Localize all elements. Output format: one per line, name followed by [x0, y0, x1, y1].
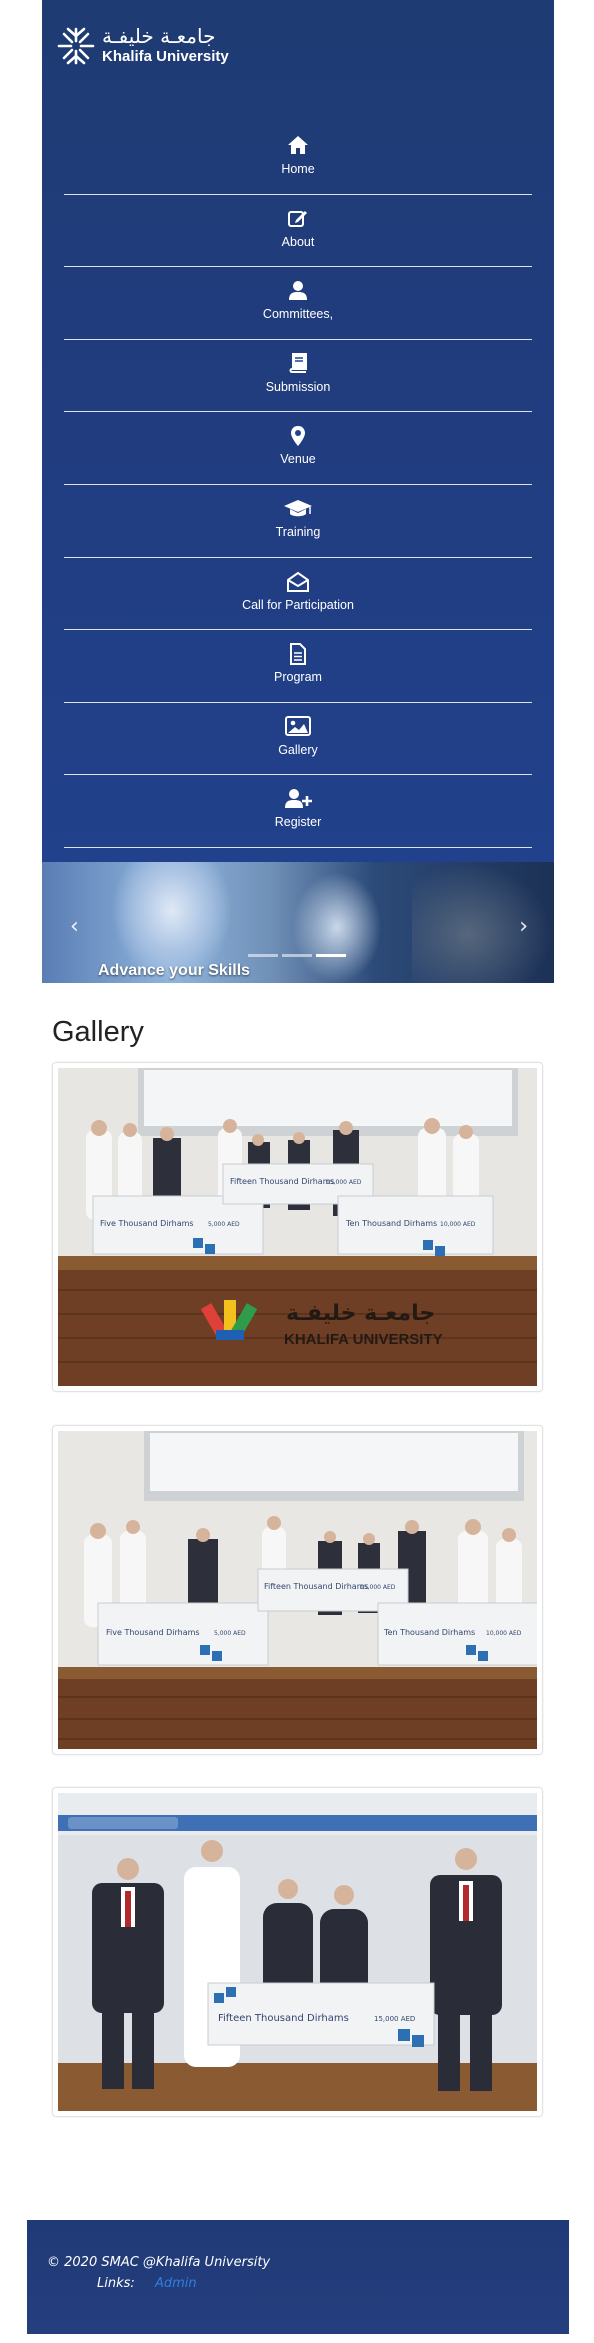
nav-label: Committees, [262, 307, 334, 322]
hero-carousel[interactable]: ‹ › Advance your Skills [42, 862, 554, 983]
nav-item-call-for-participation[interactable]: Call for Participation [64, 558, 532, 631]
carousel-indicator-2[interactable] [282, 954, 312, 957]
gallery-photo: Five Thousand Dirhams Fifteen Thousand D… [58, 1068, 537, 1386]
nav-label: Venue [280, 452, 316, 467]
carousel-prev-icon[interactable]: ‹ [70, 914, 79, 939]
nav-label: Training [275, 524, 321, 539]
nav-label: Call for Participation [242, 597, 354, 612]
check-amount: 15,000 AED [360, 1584, 396, 1591]
footer-admin-link[interactable]: Admin [155, 2276, 197, 2291]
award-ceremony-photo-1: Five Thousand Dirhams Fifteen Thousand D… [58, 1068, 537, 1386]
nav-label: Submission [265, 379, 331, 394]
nav-label: Program [274, 670, 322, 685]
brand[interactable]: جامعـة خليفـة Khalifa University [56, 24, 286, 70]
check-text: Ten Thousand Dirhams [383, 1628, 475, 1637]
home-icon [288, 136, 308, 154]
nav-item-venue[interactable]: Venue [64, 412, 532, 485]
gallery-heading: Gallery [52, 1016, 144, 1048]
ku-sign-text: KHALIFA UNIVERSITY [284, 1331, 443, 1348]
nav-label: Gallery [278, 742, 318, 757]
check-amount: 10,000 AED [440, 1221, 476, 1228]
footer-copyright: © 2020 SMAC @Khalifa University [47, 2255, 271, 2270]
map-marker-icon [291, 426, 305, 447]
gallery-photo: Fifteen Thousand Dirhams 15,000 AED [58, 1793, 537, 2111]
gallery-thumb-3[interactable]: Fifteen Thousand Dirhams 15,000 AED [52, 1787, 543, 2117]
gallery-photo: Five Thousand Dirhams Fifteen Thousand D… [58, 1431, 537, 1749]
check-amount: 5,000 AED [214, 1630, 246, 1637]
brand-english: Khalifa University [102, 48, 229, 65]
nav-label: About [281, 234, 315, 249]
check-text: Fifteen Thousand Dirhams [264, 1582, 369, 1591]
nav-label: Home [281, 162, 315, 176]
nav-item-submission[interactable]: Submission [64, 340, 532, 413]
hero-image-shadow [412, 862, 552, 983]
carousel-indicator-3[interactable] [316, 954, 346, 957]
main-nav: Home About Committees, Submission Venue … [64, 122, 532, 848]
hero-image-detail [292, 872, 382, 983]
award-ceremony-photo-2: Five Thousand Dirhams Fifteen Thousand D… [58, 1431, 537, 1749]
edit-icon [288, 210, 307, 227]
book-icon [289, 352, 307, 373]
check-amount: 15,000 AED [374, 2015, 415, 2023]
nav-item-training[interactable]: Training [64, 485, 532, 558]
envelope-open-icon [287, 571, 309, 592]
nav-item-gallery[interactable]: Gallery [64, 703, 532, 776]
check-amount: 10,000 AED [486, 1630, 522, 1637]
brand-arabic: جامعـة خليفـة [102, 24, 216, 48]
footer-links-label: Links: [97, 2276, 135, 2291]
check-amount: 15,000 AED [326, 1179, 362, 1186]
carousel-next-icon[interactable]: › [519, 914, 528, 939]
check-amount: 5,000 AED [208, 1221, 240, 1228]
nav-item-home[interactable]: Home [64, 122, 532, 195]
user-plus-icon [285, 789, 312, 809]
carousel-indicator-1[interactable] [248, 954, 278, 957]
check-text: Five Thousand Dirhams [100, 1219, 194, 1228]
nav-item-register[interactable]: Register [64, 775, 532, 848]
check-text: Fifteen Thousand Dirhams [218, 2013, 349, 2024]
nav-item-program[interactable]: Program [64, 630, 532, 703]
sidebar: جامعـة خليفـة Khalifa University Home Ab… [42, 0, 554, 983]
khalifa-logo-icon [57, 27, 95, 65]
check-text: Ten Thousand Dirhams [345, 1219, 437, 1228]
hero-caption: Advance your Skills [98, 962, 251, 979]
footer: © 2020 SMAC @Khalifa University Links: A… [27, 2220, 569, 2334]
check-text: Fifteen Thousand Dirhams [230, 1177, 335, 1186]
file-icon [290, 643, 306, 666]
award-ceremony-photo-3: Fifteen Thousand Dirhams 15,000 AED [58, 1793, 537, 2111]
nav-item-about[interactable]: About [64, 195, 532, 268]
nav-item-committees[interactable]: Committees, [64, 267, 532, 340]
nav-label: Register [274, 815, 322, 830]
graduation-cap-icon [284, 499, 312, 517]
check-text: Five Thousand Dirhams [106, 1628, 200, 1637]
user-icon [289, 281, 307, 301]
gallery-thumb-2[interactable]: Five Thousand Dirhams Fifteen Thousand D… [52, 1425, 543, 1755]
image-icon [285, 715, 311, 736]
gallery-thumb-1[interactable]: Five Thousand Dirhams Fifteen Thousand D… [52, 1062, 543, 1392]
ku-sign-arabic: جامعـة خليفـة [286, 1301, 435, 1326]
